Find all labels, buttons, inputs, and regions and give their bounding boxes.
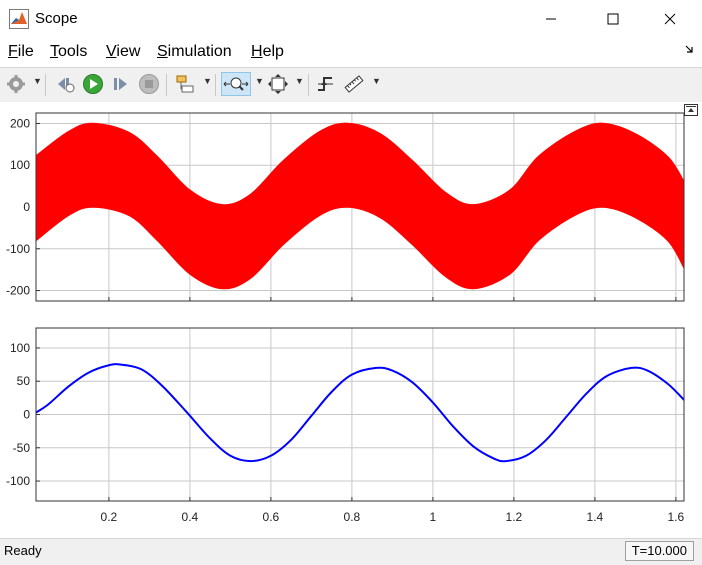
run-icon xyxy=(83,74,103,94)
step-forward-button[interactable] xyxy=(109,72,133,96)
close-button[interactable] xyxy=(647,0,693,38)
matlab-logo-icon xyxy=(9,9,29,29)
bottom-x-tick-label: 0.2 xyxy=(101,510,118,524)
settings-button[interactable] xyxy=(5,72,27,96)
run-button[interactable] xyxy=(81,72,105,96)
menu-tools[interactable]: Tools xyxy=(50,43,87,61)
step-forward-icon xyxy=(114,78,127,90)
axes-bottom[interactable]: 100 50 0 -50 -100 0.2 0.4 0.6 0.8 1 1.2 1.4 1.6 xyxy=(6,327,685,524)
menu-bar: File Tools View Simulation Help xyxy=(0,38,702,66)
stop-button[interactable] xyxy=(137,72,161,96)
scope-display: 200 100 0 -100 -200 100 50 0 -50 -100 0.2 0.4 0.6 0.… xyxy=(0,102,702,538)
undock-icon[interactable] xyxy=(684,104,698,116)
top-y-tick-label: 200 xyxy=(10,116,30,130)
top-y-tick-label: -200 xyxy=(6,284,30,298)
toolbar-separator xyxy=(215,74,216,96)
bottom-x-tick-label: 1 xyxy=(430,510,437,524)
zoom-dropdown-arrow[interactable]: ▼ xyxy=(255,76,264,86)
simulation-time: T=10.000 xyxy=(624,541,694,561)
zoom-button[interactable] xyxy=(221,72,251,96)
top-y-tick-label: -100 xyxy=(6,242,30,256)
bottom-x-tick-label: 0.8 xyxy=(344,510,361,524)
top-y-tick-label: 100 xyxy=(10,158,30,172)
bottom-x-tick-label: 1.6 xyxy=(668,510,685,524)
bottom-x-tick-label: 0.6 xyxy=(263,510,280,524)
menu-help[interactable]: Help xyxy=(251,43,284,61)
autoscale-icon xyxy=(268,74,288,94)
highlight-block-button[interactable] xyxy=(173,72,197,96)
bottom-y-tick-label: 100 xyxy=(10,341,30,355)
measurements-button[interactable] xyxy=(342,72,366,96)
menu-view[interactable]: View xyxy=(106,43,140,61)
bottom-y-tick-label: 50 xyxy=(17,374,31,388)
highlight-dropdown-arrow[interactable]: ▼ xyxy=(203,76,212,86)
scope-plots: 200 100 0 -100 -200 100 50 0 -50 -100 0.2 0.4 0.6 0.… xyxy=(6,112,685,524)
title-bar: Scope xyxy=(0,0,702,38)
settings-dropdown-arrow[interactable]: ▼ xyxy=(33,76,42,86)
bottom-y-tick-label: -100 xyxy=(6,474,30,488)
maximize-button[interactable] xyxy=(590,0,636,38)
menu-file-mnemonic: F xyxy=(8,43,18,60)
toolbar-separator xyxy=(308,74,309,96)
menu-simulation-rest: imulation xyxy=(167,43,232,60)
menu-tools-rest: ools xyxy=(58,43,88,60)
toolbar-separator xyxy=(166,74,167,96)
menu-view-mnemonic: V xyxy=(106,43,117,60)
dock-arrow-icon[interactable] xyxy=(684,44,694,54)
measurements-icon xyxy=(344,75,364,93)
status-bar: Ready T=10.000 xyxy=(0,538,702,565)
step-back-icon xyxy=(58,78,75,93)
axes-top[interactable]: 200 100 0 -100 -200 xyxy=(6,112,685,302)
minimize-button[interactable] xyxy=(528,0,574,38)
minimize-icon xyxy=(546,18,556,20)
menu-view-rest: iew xyxy=(116,43,141,60)
autoscale-dropdown-arrow[interactable]: ▼ xyxy=(295,76,304,86)
menu-simulation-mnemonic: S xyxy=(157,43,168,60)
toolbar-separator xyxy=(45,74,46,96)
highlight-block-icon xyxy=(176,75,194,93)
menu-simulation[interactable]: Simulation xyxy=(157,43,232,61)
toolbar: ▼ ▼ ▼ ▼ ▼ xyxy=(0,67,702,103)
zoom-icon xyxy=(223,77,249,91)
measurements-dropdown-arrow[interactable]: ▼ xyxy=(372,76,381,86)
bottom-x-tick-label: 1.2 xyxy=(506,510,523,524)
bottom-y-tick-label: 0 xyxy=(23,408,30,422)
maximize-icon xyxy=(607,13,619,25)
bottom-x-tick-label: 0.4 xyxy=(182,510,199,524)
settings-icon xyxy=(7,75,25,93)
status-text: Ready xyxy=(4,543,42,558)
top-y-tick-label: 0 xyxy=(23,200,30,214)
bottom-x-tick-label: 1.4 xyxy=(587,510,604,524)
close-icon xyxy=(664,13,676,25)
autoscale-button[interactable] xyxy=(266,72,290,96)
menu-tools-mnemonic: T xyxy=(50,43,58,60)
bottom-y-tick-label: -50 xyxy=(13,441,31,455)
menu-file[interactable]: File xyxy=(8,43,34,61)
menu-help-mnemonic: H xyxy=(251,43,263,60)
step-back-button[interactable] xyxy=(54,72,78,96)
triggers-icon xyxy=(318,77,333,91)
triggers-button[interactable] xyxy=(314,72,338,96)
stop-icon xyxy=(139,74,159,94)
menu-help-rest: elp xyxy=(262,43,284,60)
menu-file-rest: ile xyxy=(17,43,34,60)
window-title: Scope xyxy=(35,10,78,27)
